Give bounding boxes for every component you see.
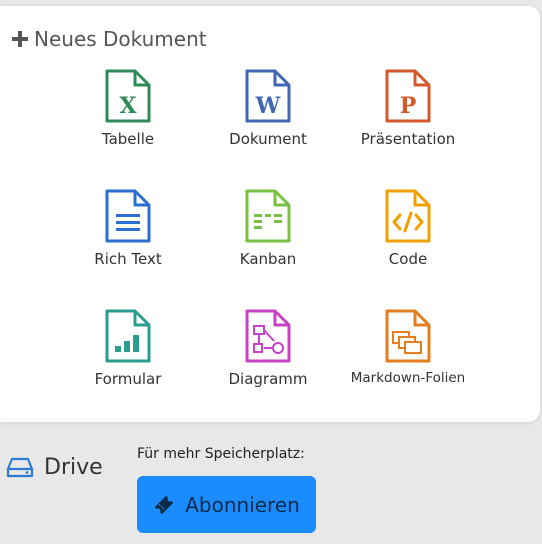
word-document-icon: W bbox=[245, 69, 291, 123]
markdown-slides-icon bbox=[385, 309, 431, 363]
drive-icon bbox=[6, 457, 34, 477]
plus-icon bbox=[12, 31, 28, 47]
new-rich-text-label: Rich Text bbox=[94, 250, 162, 268]
subscribe-button-label: Abonnieren bbox=[185, 492, 300, 517]
new-presentation-button[interactable]: P Präsentation bbox=[338, 68, 478, 188]
svg-text:X: X bbox=[119, 93, 137, 119]
new-diagram-label: Diagramm bbox=[228, 370, 308, 388]
subscribe-button[interactable]: Abonnieren bbox=[137, 476, 316, 533]
new-rich-text-button[interactable]: Rich Text bbox=[58, 188, 198, 308]
form-icon bbox=[105, 309, 151, 363]
code-icon bbox=[385, 189, 431, 243]
new-kanban-button[interactable]: Kanban bbox=[198, 188, 338, 308]
new-markdown-slides-label: Markdown-Folien bbox=[350, 370, 466, 386]
new-diagram-button[interactable]: Diagramm bbox=[198, 308, 338, 428]
drive-label: Drive bbox=[44, 455, 103, 480]
svg-text:P: P bbox=[400, 93, 417, 119]
kanban-icon bbox=[245, 189, 291, 243]
ticket-icon bbox=[155, 495, 174, 514]
new-presentation-label: Präsentation bbox=[360, 130, 456, 148]
new-code-button[interactable]: Code bbox=[338, 188, 478, 308]
drive-link[interactable]: Drive bbox=[6, 455, 103, 480]
presentation-icon: P bbox=[385, 69, 431, 123]
diagram-icon bbox=[245, 309, 291, 363]
new-document-title-text: Neues Dokument bbox=[34, 27, 207, 51]
storage-promo-text: Für mehr Speicherplatz: bbox=[137, 446, 305, 462]
new-code-label: Code bbox=[388, 250, 428, 268]
new-spreadsheet-button[interactable]: X Tabelle bbox=[58, 68, 198, 188]
new-document-panel: Neues Dokument X Tabelle W Dokument P Pr… bbox=[0, 6, 540, 422]
rich-text-icon bbox=[105, 189, 151, 243]
new-form-button[interactable]: Formular bbox=[58, 308, 198, 428]
new-markdown-slides-button[interactable]: Markdown-Folien bbox=[338, 308, 478, 428]
new-document-title: Neues Dokument bbox=[12, 27, 207, 51]
new-document-button[interactable]: W Dokument bbox=[198, 68, 338, 188]
new-document-label: Dokument bbox=[229, 130, 307, 148]
svg-text:W: W bbox=[255, 93, 281, 119]
new-form-label: Formular bbox=[94, 370, 162, 388]
new-spreadsheet-label: Tabelle bbox=[101, 130, 155, 148]
new-kanban-label: Kanban bbox=[239, 250, 297, 268]
spreadsheet-icon: X bbox=[105, 69, 151, 123]
